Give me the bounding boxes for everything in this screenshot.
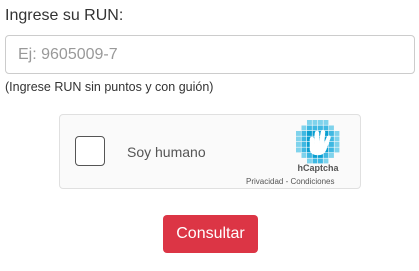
captcha-links: Privacidad - Condiciones: [246, 177, 335, 187]
run-label: Ingrese su RUN:: [5, 7, 124, 24]
captcha-checkbox-label: Soy humano: [127, 144, 206, 160]
consultar-button[interactable]: Consultar: [163, 215, 258, 253]
run-query-page: Ingrese su RUN: (Ingrese RUN sin puntos …: [0, 0, 419, 271]
run-hint: (Ingrese RUN sin puntos y con guión): [5, 80, 214, 94]
hcaptcha-brand: hCaptcha: [297, 163, 339, 173]
privacy-link[interactable]: Privacidad: [246, 177, 283, 186]
captcha-checkbox[interactable]: [75, 136, 105, 166]
hcaptcha-widget: Soy humano hCaptcha Privacidad - Condici…: [59, 114, 361, 189]
run-input[interactable]: [5, 35, 415, 74]
terms-link[interactable]: Condiciones: [290, 177, 334, 186]
hcaptcha-hand-icon: [296, 120, 340, 164]
